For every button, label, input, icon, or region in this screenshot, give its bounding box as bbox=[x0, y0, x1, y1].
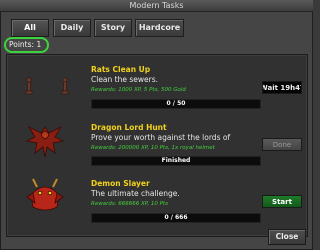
tab-story[interactable]: Story bbox=[94, 19, 132, 37]
task-rewards: Rewards: 200000 XP, 10 Pts, 1x royal hel… bbox=[91, 145, 215, 151]
tab-daily[interactable]: Daily bbox=[53, 19, 91, 37]
demon-icon bbox=[26, 178, 64, 211]
close-button[interactable]: Close bbox=[268, 229, 306, 245]
window-title: Modern Tasks bbox=[0, 0, 313, 12]
task-description: Prove your worth against the lords of bbox=[91, 133, 231, 142]
task-progress-bar: 0 / 666 bbox=[91, 213, 261, 223]
task-progress-bar: 0 / 50 bbox=[91, 99, 261, 109]
start-button[interactable]: Start bbox=[262, 195, 302, 208]
task-title: Demon Slayer bbox=[91, 179, 150, 188]
modern-tasks-window: Modern Tasks All Daily Story Hardcore Po… bbox=[0, 0, 313, 250]
statues-icon bbox=[25, 77, 69, 95]
task-rewards: Rewards: 1000 XP, 5 Pts, 500 Gold bbox=[91, 87, 186, 93]
task-wait-timer: Wait 19h47m bbox=[262, 81, 302, 94]
task-progress-bar: Finished bbox=[91, 156, 261, 166]
done-button[interactable]: Done bbox=[262, 138, 302, 151]
task-description: Clean the sewers. bbox=[91, 75, 159, 84]
dragon-lord-icon bbox=[25, 126, 65, 158]
task-row: Rats Clean Up Clean the sewers. Rewards:… bbox=[7, 59, 307, 119]
task-row: Demon Slayer The ultimate challenge. Rew… bbox=[7, 175, 307, 235]
tab-hardcore[interactable]: Hardcore bbox=[135, 19, 184, 37]
task-row: Dragon Lord Hunt Prove your worth agains… bbox=[7, 119, 307, 179]
tab-all[interactable]: All bbox=[11, 19, 49, 37]
task-rewards: Rewards: 666666 XP, 10 Pts bbox=[91, 201, 168, 207]
task-title: Rats Clean Up bbox=[91, 65, 151, 74]
task-title: Dragon Lord Hunt bbox=[91, 123, 167, 132]
task-description: The ultimate challenge. bbox=[91, 189, 180, 198]
points-label: Points: 1 bbox=[9, 40, 42, 49]
task-list: Rats Clean Up Clean the sewers. Rewards:… bbox=[6, 54, 308, 237]
